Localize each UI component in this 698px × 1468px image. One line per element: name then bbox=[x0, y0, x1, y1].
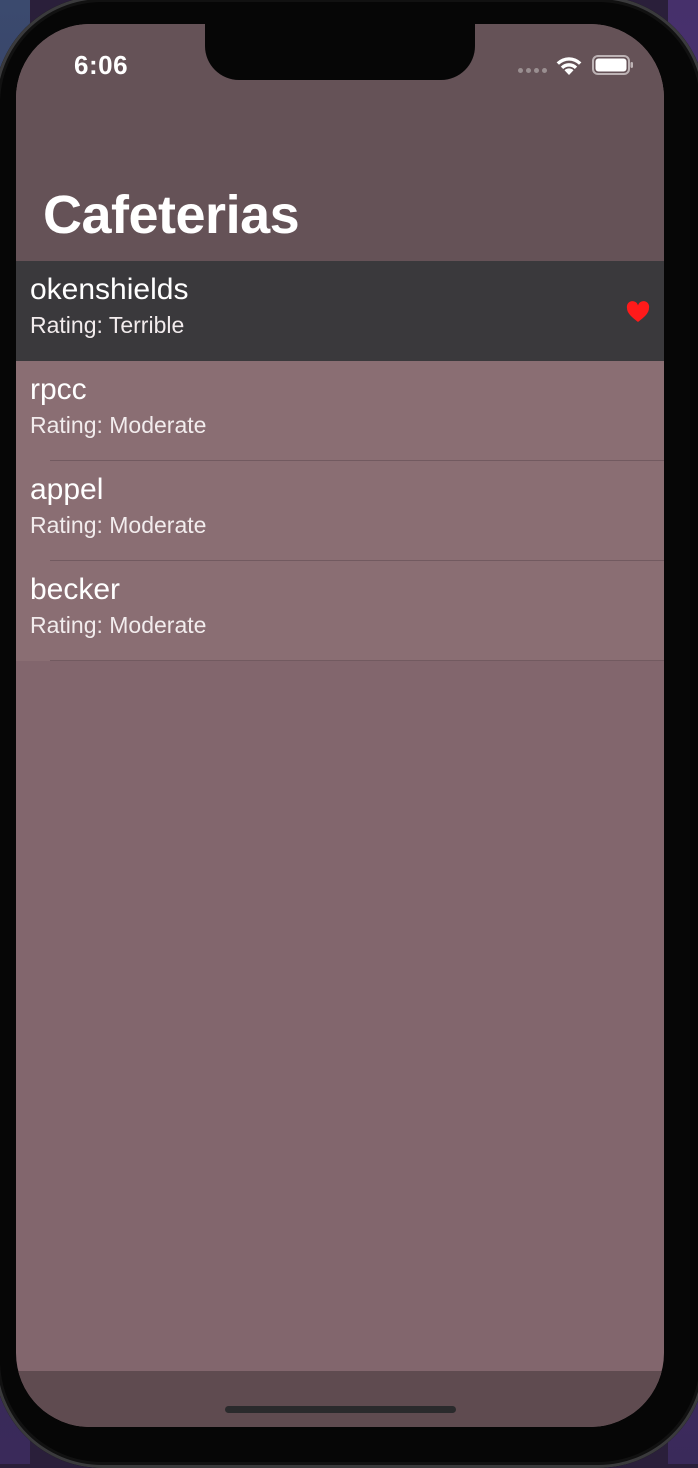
cafeteria-name: okenshields bbox=[30, 273, 189, 306]
list-item-appel[interactable]: appel Rating: Moderate bbox=[16, 461, 664, 561]
cafeteria-rating: Rating: Moderate bbox=[30, 412, 207, 438]
list-item-rpcc[interactable]: rpcc Rating: Moderate bbox=[16, 361, 664, 461]
app-screen: 6:06 Cafeterias okenshields Rating: Terr… bbox=[16, 24, 664, 1427]
favorite-heart-icon bbox=[626, 301, 650, 322]
cafeteria-rating: Rating: Terrible bbox=[30, 312, 185, 338]
bottom-safe-area bbox=[16, 1371, 664, 1427]
device-frame: 6:06 Cafeterias okenshields Rating: Terr… bbox=[0, 0, 698, 1468]
battery-icon bbox=[592, 55, 633, 75]
list-item-becker[interactable]: becker Rating: Moderate bbox=[16, 561, 664, 661]
page-title: Cafeterias bbox=[43, 185, 300, 245]
cafeteria-rating: Rating: Moderate bbox=[30, 512, 207, 538]
cafeteria-name: rpcc bbox=[30, 373, 87, 406]
cellular-signal-icon bbox=[518, 68, 548, 74]
cafeteria-name: appel bbox=[30, 473, 104, 506]
cafeteria-rating: Rating: Moderate bbox=[30, 612, 207, 638]
cafeteria-name: becker bbox=[30, 573, 121, 606]
home-indicator[interactable] bbox=[225, 1406, 456, 1413]
row-separator bbox=[50, 660, 664, 661]
status-time: 6:06 bbox=[74, 50, 129, 80]
cafeteria-list: okenshields Rating: Terrible rpcc Rating… bbox=[16, 261, 664, 661]
wifi-icon bbox=[556, 57, 582, 75]
list-item-okenshields[interactable]: okenshields Rating: Terrible bbox=[16, 261, 664, 361]
device-notch bbox=[205, 24, 475, 80]
